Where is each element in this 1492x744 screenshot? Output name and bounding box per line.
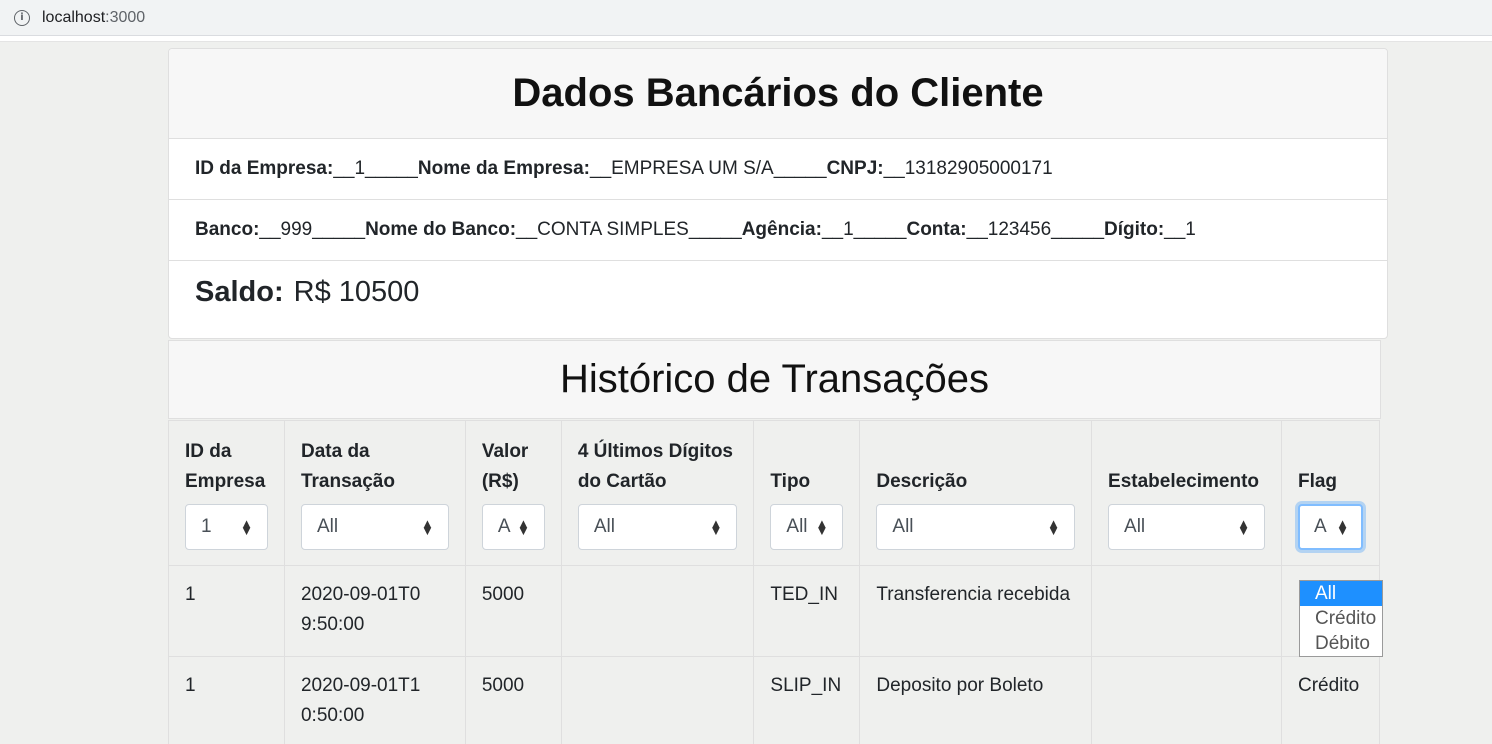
table-cell: Deposito por Boleto xyxy=(859,656,1093,744)
flag-option-credit[interactable]: Crédito xyxy=(1300,606,1382,631)
agency-label: Agência: xyxy=(741,219,822,240)
table-cell: 1 xyxy=(168,565,285,657)
table-cell: 2020-09-01T09:50:00 xyxy=(283,565,466,657)
date-text: 2020-09-01T10:50:00 xyxy=(300,675,421,726)
flag-filter[interactable]: A ▲ ▼ xyxy=(1297,504,1363,550)
company-id-label: ID da Empresa: xyxy=(195,158,334,179)
company-id-value: __1_____ xyxy=(333,158,418,179)
select-arrows-icon: ▲ ▼ xyxy=(1047,516,1061,538)
url-host: localhost xyxy=(42,8,106,26)
select-arrows-icon: ▲ ▼ xyxy=(420,516,434,538)
url-port: :3000 xyxy=(105,8,146,26)
table-cell: TED_IN xyxy=(753,565,861,657)
type-filter[interactable]: All ▲ ▼ xyxy=(770,504,844,550)
table-row: 1 2020-09-01T10:50:00 5000 SLIP_IN Depos… xyxy=(168,656,1381,744)
bank-name-value: __CONTA SIMPLES_____ xyxy=(516,219,742,240)
table-cell: Crédito xyxy=(1280,656,1381,744)
company-name-value: __EMPRESA UM S/A_____ xyxy=(590,158,827,179)
column-header: Tipo xyxy=(770,471,811,492)
flag-option-all[interactable]: All xyxy=(1300,581,1382,606)
account-label: Conta: xyxy=(906,219,967,240)
description-filter[interactable]: All ▲ ▼ xyxy=(876,504,1076,550)
url-text[interactable]: localhost:3000 xyxy=(42,9,145,27)
col-card-digits: 4 Últimos Dígitos do Cartão All ▲ ▼ xyxy=(560,420,755,566)
cnpj-value: __13182905000171 xyxy=(883,158,1053,179)
table-cell: 2020-09-01T10:50:00 xyxy=(283,656,466,744)
company-name-label: Nome da Empresa: xyxy=(417,158,590,179)
filter-value: A xyxy=(1313,516,1327,537)
client-bank-card: Dados Bancários do Cliente ID da Empresa… xyxy=(168,48,1388,339)
digit-value: __1 xyxy=(1164,219,1196,240)
card-header: Dados Bancários do Cliente xyxy=(169,49,1387,139)
filter-value: All xyxy=(316,516,339,537)
filter-value: All xyxy=(786,516,808,537)
table-cell xyxy=(1091,565,1282,657)
column-header: Valor (R$) xyxy=(481,441,529,492)
cnpj-label: CNPJ: xyxy=(826,158,884,179)
filter-value: A xyxy=(497,516,511,537)
filter-value: All xyxy=(593,516,615,537)
agency-value: __1_____ xyxy=(821,219,907,240)
select-arrows-icon: ▲ ▼ xyxy=(516,516,530,538)
col-company-id: ID da Empresa 1 ▲ ▼ xyxy=(168,420,285,566)
bank-info-row: Banco: __999_____ Nome do Banco: __CONTA… xyxy=(169,200,1387,261)
table-cell xyxy=(560,656,755,744)
column-header: Flag xyxy=(1297,471,1338,492)
establishment-filter[interactable]: All ▲ ▼ xyxy=(1108,504,1265,550)
table-cell: 1 xyxy=(168,656,285,744)
col-value: Valor (R$) A ▲ ▼ xyxy=(464,420,562,566)
info-icon[interactable]: i xyxy=(14,9,30,26)
column-header: ID da Empresa xyxy=(185,441,266,492)
card-digits-filter[interactable]: All ▲ ▼ xyxy=(577,504,738,550)
date-text: 2020-09-01T09:50:00 xyxy=(300,584,421,635)
col-type: Tipo All ▲ ▼ xyxy=(753,420,861,566)
table-row: 1 2020-09-01T09:50:00 5000 TED_IN Transf… xyxy=(168,565,1381,657)
table-cell: 5000 xyxy=(464,656,562,744)
history-title: Histórico de Transações xyxy=(559,357,990,401)
filter-value: All xyxy=(892,516,914,537)
column-header: Data da Transação xyxy=(300,441,395,492)
filter-value: 1 xyxy=(201,516,212,537)
col-description: Descrição All ▲ ▼ xyxy=(859,420,1093,566)
select-arrows-icon: ▲ ▼ xyxy=(709,516,723,538)
select-arrows-icon: ▲ ▼ xyxy=(1237,516,1250,538)
column-header: Estabelecimento xyxy=(1108,471,1260,492)
balance-value: R$ 10500 xyxy=(293,276,420,308)
table-cell: Transferencia recebida xyxy=(859,565,1093,657)
select-arrows-icon: ▲ ▼ xyxy=(815,516,829,538)
transactions-table: ID da Empresa 1 ▲ ▼ Data da Transação All ▲… xyxy=(168,420,1381,744)
column-header: 4 Últimos Dígitos do Cartão xyxy=(577,441,733,492)
value-filter[interactable]: A ▲ ▼ xyxy=(481,504,545,550)
digit-label: Dígito: xyxy=(1104,219,1165,240)
table-cell: SLIP_IN xyxy=(753,656,861,744)
bank-name-label: Nome do Banco: xyxy=(365,219,517,240)
col-date: Data da Transação All ▲ ▼ xyxy=(283,420,466,566)
bank-label: Banco: xyxy=(195,219,260,240)
table-cell xyxy=(1091,656,1282,744)
flag-dropdown-menu: All Crédito Débito xyxy=(1299,580,1383,657)
company-id-filter[interactable]: 1 ▲ ▼ xyxy=(185,504,268,550)
select-arrows-icon: ▲ ▼ xyxy=(240,516,253,538)
filter-value: All xyxy=(1124,516,1146,537)
account-value: __123456_____ xyxy=(966,219,1105,240)
column-header: Descrição xyxy=(876,471,968,492)
table-header-row: ID da Empresa 1 ▲ ▼ Data da Transação All ▲… xyxy=(168,420,1381,566)
col-establishment: Estabelecimento All ▲ ▼ xyxy=(1091,420,1282,566)
date-filter[interactable]: All ▲ ▼ xyxy=(300,504,449,550)
history-header: Histórico de Transações xyxy=(168,340,1381,419)
flag-option-debit[interactable]: Débito xyxy=(1300,631,1382,656)
select-arrows-icon: ▲ ▼ xyxy=(1336,516,1349,538)
table-cell xyxy=(560,565,755,657)
browser-divider xyxy=(0,36,1492,42)
balance-row: Saldo: R$ 10500 xyxy=(169,261,1387,338)
address-bar[interactable]: i localhost:3000 xyxy=(0,0,1492,36)
bank-value: __999_____ xyxy=(259,219,366,240)
col-flag: Flag A ▲ ▼ xyxy=(1280,420,1381,566)
page-title: Dados Bancários do Cliente xyxy=(512,71,1044,115)
table-cell: 5000 xyxy=(464,565,562,657)
company-info-row: ID da Empresa: __1_____ Nome da Empresa:… xyxy=(169,139,1387,200)
balance-label: Saldo: xyxy=(195,276,284,308)
